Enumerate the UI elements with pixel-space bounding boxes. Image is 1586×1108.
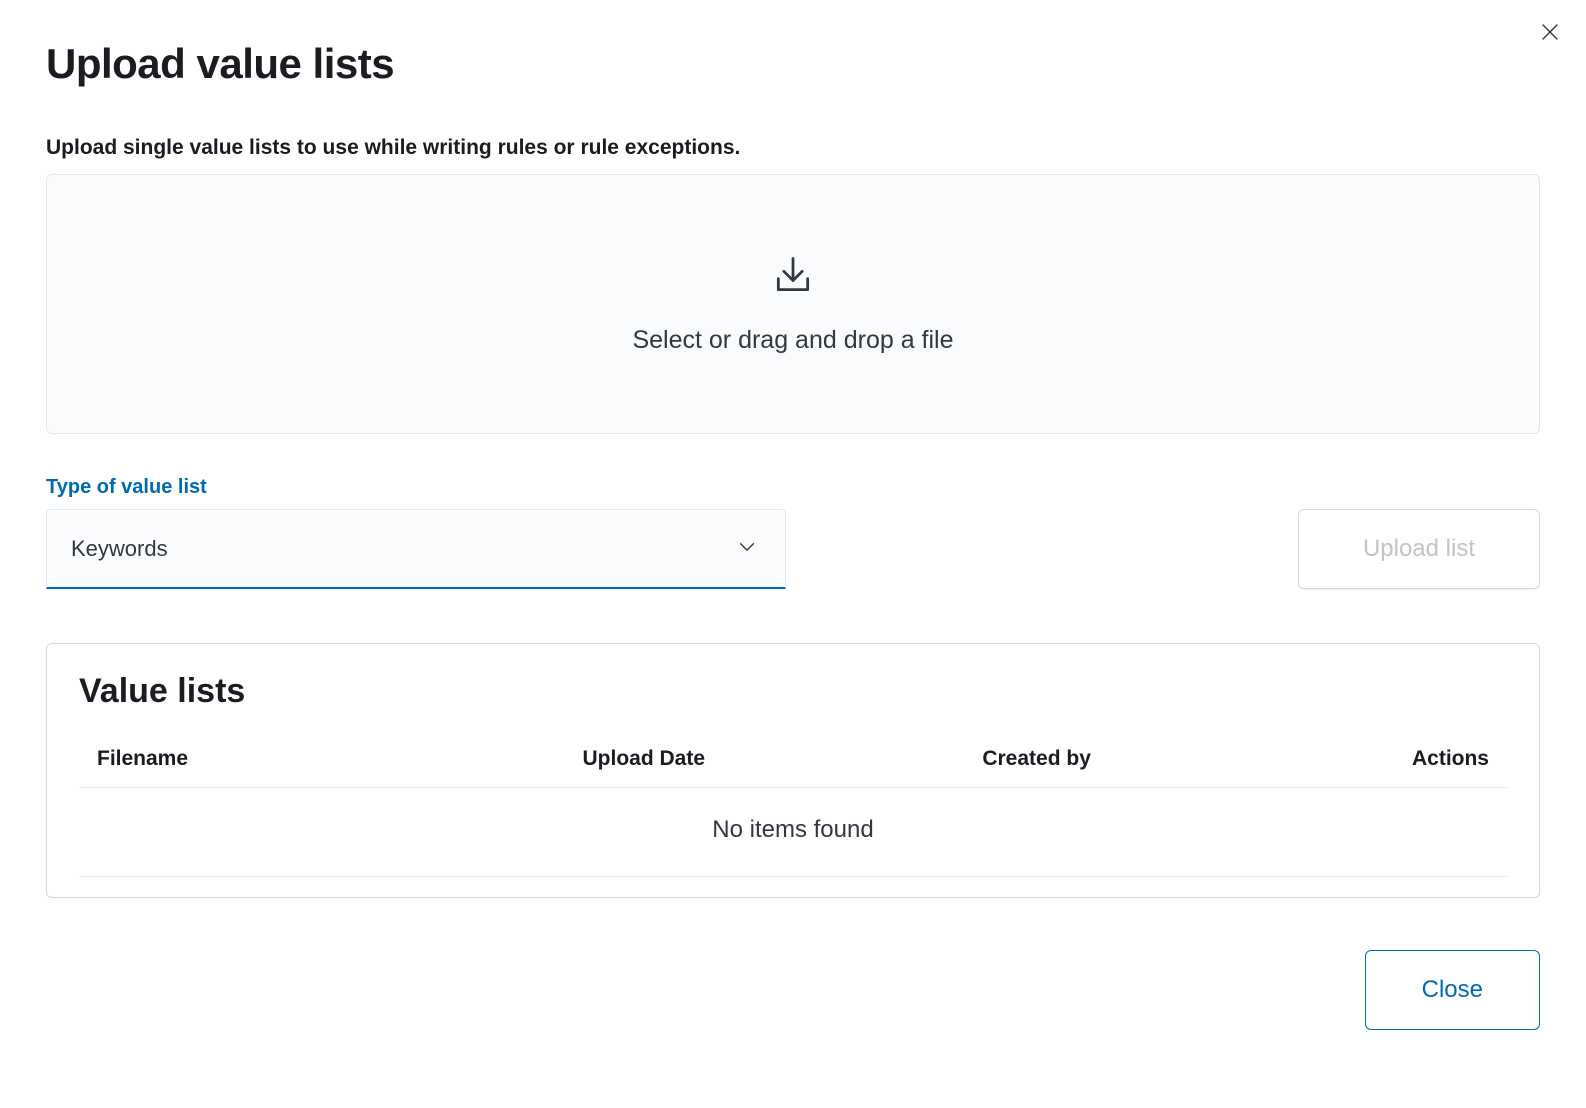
type-select[interactable]: Keywords xyxy=(46,509,786,589)
col-upload-date[interactable]: Upload Date xyxy=(565,735,965,788)
file-dropzone[interactable]: Select or drag and drop a file xyxy=(46,174,1540,434)
page-title: Upload value lists xyxy=(46,40,1540,88)
value-lists-table: Filename Upload Date Created by Actions … xyxy=(79,735,1507,877)
form-row: Type of value list Keywords Upload list xyxy=(46,476,1540,589)
table-empty-row: No items found xyxy=(79,788,1507,877)
panel-title: Value lists xyxy=(79,672,1507,711)
import-icon xyxy=(771,253,815,302)
dropzone-label: Select or drag and drop a file xyxy=(632,326,953,355)
close-icon[interactable] xyxy=(1534,16,1566,48)
close-button[interactable]: Close xyxy=(1365,950,1540,1030)
type-label: Type of value list xyxy=(46,476,786,499)
type-select-wrap: Keywords xyxy=(46,509,786,589)
value-lists-panel: Value lists Filename Upload Date Created… xyxy=(46,643,1540,898)
type-field-group: Type of value list Keywords xyxy=(46,476,786,589)
upload-list-button[interactable]: Upload list xyxy=(1298,509,1540,589)
table-header-row: Filename Upload Date Created by Actions xyxy=(79,735,1507,788)
empty-message: No items found xyxy=(79,788,1507,877)
col-actions: Actions xyxy=(1307,735,1507,788)
col-filename[interactable]: Filename xyxy=(79,735,565,788)
modal-footer: Close xyxy=(46,950,1540,1030)
col-created-by[interactable]: Created by xyxy=(964,735,1307,788)
upload-value-lists-modal: Upload value lists Upload single value l… xyxy=(0,0,1586,1070)
modal-subtitle: Upload single value lists to use while w… xyxy=(46,136,1540,160)
